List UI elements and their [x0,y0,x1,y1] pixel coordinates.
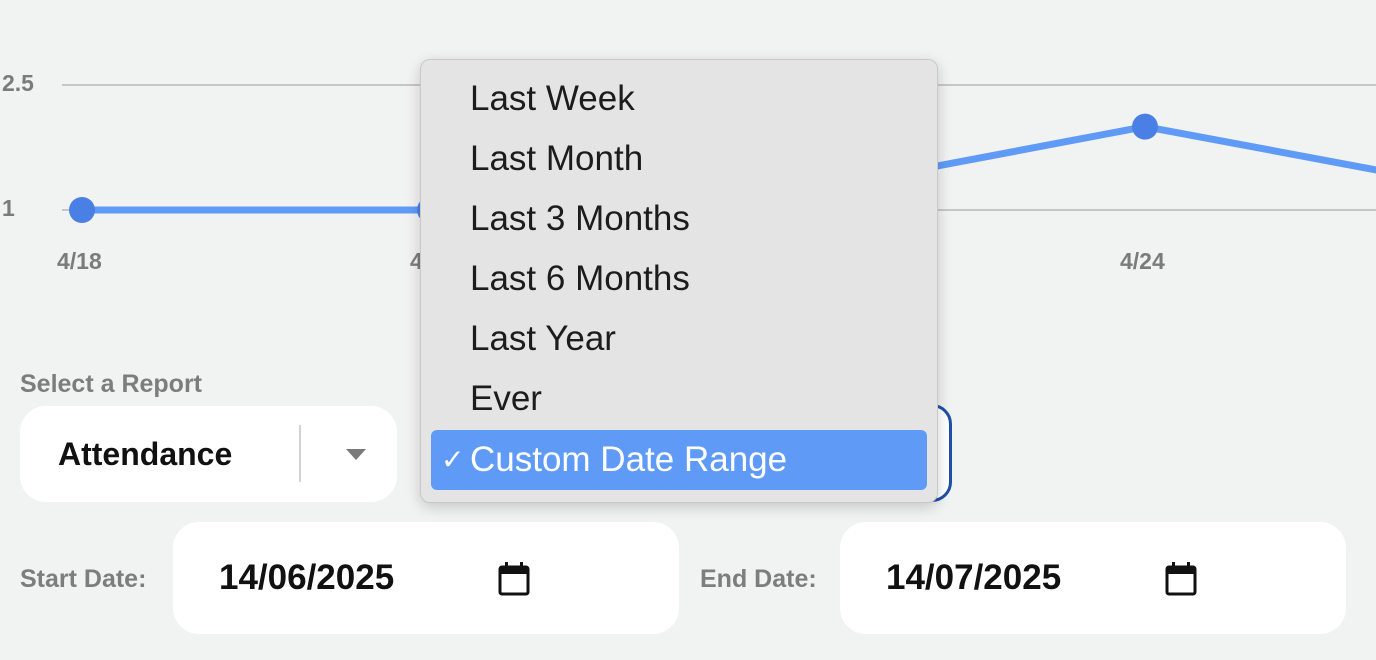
menu-item-last-3-months[interactable]: Last 3 Months [431,189,927,249]
menu-item-label: Last 3 Months [470,199,690,238]
menu-item-label: Last Month [470,139,644,178]
start-date-label: Start Date: [20,565,147,593]
end-date-label: End Date: [700,565,817,593]
calendar-icon[interactable] [498,562,530,596]
chevron-down-icon[interactable] [346,449,366,460]
menu-item-custom-date-range[interactable]: ✓ Custom Date Range [431,430,927,490]
y-tick-label-2-5: 2.5 [2,70,34,96]
report-select-separator [299,425,301,482]
report-select-value: Attendance [58,436,233,472]
checkmark-icon: ✓ [441,444,465,475]
menu-item-ever[interactable]: Ever [431,369,927,429]
report-select-label: Select a Report [20,370,203,398]
end-date-value: 14/07/2025 [886,558,1062,597]
menu-item-last-week[interactable]: Last Week [431,69,927,129]
report-page: 2.5 1 4/18 4 4/24 Select a Report Attend… [0,0,1376,660]
x-tick-label-4-18: 4/18 [57,248,102,274]
menu-item-label: Last 6 Months [470,259,690,298]
data-point[interactable] [1132,113,1158,140]
menu-item-label: Ever [470,379,542,418]
start-date-input[interactable]: 14/06/2025 [173,522,679,634]
period-dropdown-menu: Last Week Last Month Last 3 Months Last … [420,59,938,503]
menu-item-label: Last Year [470,319,616,358]
menu-item-label: Custom Date Range [470,440,788,479]
calendar-icon[interactable] [1165,562,1197,596]
x-tick-label-4-24: 4/24 [1120,248,1165,274]
menu-item-label: Last Week [470,79,635,118]
end-date-input[interactable]: 14/07/2025 [840,522,1346,634]
y-tick-label-1: 1 [2,195,15,221]
report-select[interactable]: Attendance [20,406,397,502]
data-point[interactable] [69,197,95,223]
menu-item-last-month[interactable]: Last Month [431,129,927,189]
start-date-value: 14/06/2025 [219,558,395,597]
menu-item-last-6-months[interactable]: Last 6 Months [431,249,927,309]
menu-item-last-year[interactable]: Last Year [431,309,927,369]
